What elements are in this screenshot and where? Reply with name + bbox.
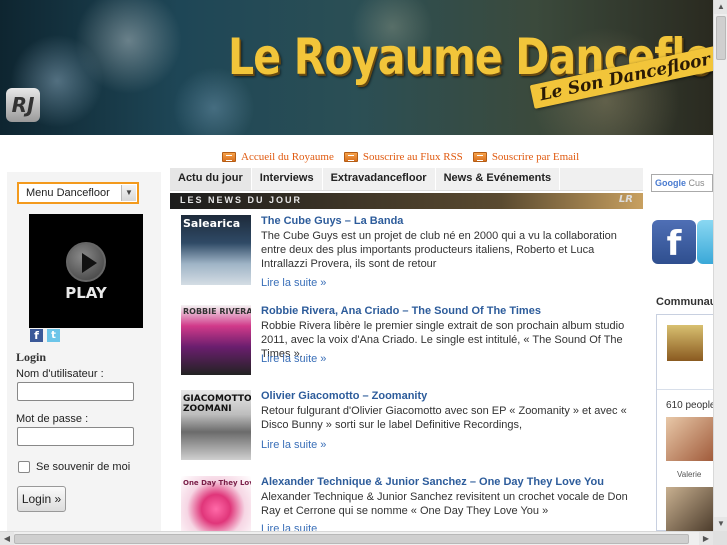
link-email[interactable]: Souscrire par Email — [472, 150, 579, 164]
username-label: Nom d'utilisateur : — [16, 368, 104, 380]
horizontal-scrollbar[interactable]: ◀ ▶ — [0, 531, 713, 545]
password-input[interactable] — [17, 427, 134, 446]
login-title: Login — [16, 350, 47, 364]
article-title[interactable]: Robbie Rivera, Ana Criado – The Sound Of… — [261, 305, 541, 317]
scrollbar-corner — [713, 531, 727, 545]
google-brand: Google — [655, 178, 686, 188]
divider — [657, 389, 714, 390]
thumbnail-text: One Day They Love You — [183, 479, 251, 487]
read-more-link[interactable]: Lire la suite » — [261, 439, 326, 451]
article-excerpt: Alexander Technique & Junior Sanchez rev… — [261, 491, 628, 517]
menu-dropdown[interactable]: Menu Dancefloor ▼ — [17, 182, 139, 204]
thumbnail-text: GIACOMOTTO ZOOMANI — [183, 394, 251, 414]
tab-news-evenements[interactable]: News & Evénements — [436, 168, 561, 190]
play-label: PLAY — [65, 284, 107, 302]
site-banner: RJ Le Royaume Dancefloor Le Son Danceflo… — [0, 0, 713, 135]
page: RJ Le Royaume Dancefloor Le Son Danceflo… — [0, 0, 727, 545]
menu-dropdown-value: Menu Dancefloor — [26, 187, 110, 199]
member-name[interactable]: Valerie — [677, 470, 701, 479]
article-title[interactable]: The Cube Guys – La Banda — [261, 215, 403, 227]
google-search-input[interactable]: Google Cus — [651, 174, 713, 192]
link-label[interactable]: Souscrire par Email — [492, 151, 579, 163]
scroll-down-icon[interactable]: ▼ — [714, 517, 727, 531]
scroll-right-icon[interactable]: ▶ — [699, 532, 713, 545]
thumbnail-text: Salearica — [183, 217, 241, 230]
news-header-logo: LR — [618, 194, 633, 205]
scroll-left-icon[interactable]: ◀ — [0, 532, 14, 545]
news-header-title: LES NEWS DU JOUR — [180, 195, 303, 205]
article-title[interactable]: Alexander Technique & Junior Sanchez – O… — [261, 476, 604, 488]
scrollbar-thumb[interactable] — [716, 16, 726, 60]
article: ROBBIE RIVERA Robbie Rivera, Ana Criado … — [181, 305, 641, 385]
link-label[interactable]: Souscrire au Flux RSS — [363, 151, 463, 163]
rss-icon — [472, 152, 487, 162]
article-thumbnail[interactable]: One Day They Love You — [181, 476, 251, 531]
rss-icon — [222, 152, 236, 162]
link-label[interactable]: Accueil du Royaume — [241, 151, 334, 163]
article-title[interactable]: Olivier Giacomotto – Zoomanity — [261, 390, 427, 402]
main-nav: Actu du jour Interviews Extravadancefloo… — [170, 168, 643, 191]
article-excerpt: The Cube Guys est un projet de club né e… — [261, 230, 617, 270]
search-placeholder: Cus — [688, 178, 705, 188]
facebook-icon[interactable]: f — [652, 220, 696, 264]
thumbnail-text: ROBBIE RIVERA — [183, 307, 251, 316]
read-more-link[interactable]: Lire la suite » — [261, 277, 326, 289]
read-more-link[interactable]: Lire la suite » — [261, 353, 326, 365]
login-button[interactable]: Login » — [17, 486, 66, 512]
tab-actu-du-jour[interactable]: Actu du jour — [170, 168, 252, 190]
article-thumbnail[interactable]: Salearica — [181, 215, 251, 285]
tab-extravadancefloor[interactable]: Extravadancefloor — [323, 168, 436, 190]
left-sidebar: Menu Dancefloor ▼ PLAY f t Login Nom d'u… — [7, 172, 161, 531]
site-logo[interactable]: RJ — [6, 88, 40, 122]
scrollbar-thumb[interactable] — [14, 534, 689, 544]
password-label: Mot de passe : — [16, 413, 89, 425]
member-avatar[interactable] — [666, 417, 714, 461]
news-header: LES NEWS DU JOUR LR — [170, 193, 643, 209]
article: Salearica The Cube Guys – La Banda The C… — [181, 215, 641, 295]
scroll-up-icon[interactable]: ▲ — [714, 0, 727, 14]
facebook-icon[interactable]: f — [30, 329, 43, 342]
facebook-like-box: 610 people Valerie — [656, 314, 716, 532]
rss-icon — [343, 152, 358, 162]
link-accueil[interactable]: Accueil du Royaume — [222, 150, 334, 164]
chevron-down-icon[interactable]: ▼ — [121, 185, 136, 201]
remember-checkbox[interactable] — [18, 461, 30, 473]
community-title: Communau — [656, 296, 717, 308]
article-thumbnail[interactable]: GIACOMOTTO ZOOMANI — [181, 390, 251, 460]
vertical-scrollbar[interactable]: ▲ ▼ — [713, 0, 727, 531]
username-input[interactable] — [17, 382, 134, 401]
article: GIACOMOTTO ZOOMANI Olivier Giacomotto – … — [181, 390, 641, 470]
twitter-icon[interactable]: t — [47, 329, 60, 342]
member-avatar[interactable] — [666, 487, 714, 532]
article: One Day They Love You Alexander Techniqu… — [181, 476, 641, 536]
people-count: 610 people — [666, 400, 716, 411]
tab-interviews[interactable]: Interviews — [252, 168, 323, 190]
top-links: Accueil du Royaume Souscrire au Flux RSS… — [222, 150, 579, 164]
play-icon[interactable] — [66, 242, 106, 282]
page-logo[interactable] — [667, 325, 703, 361]
link-rss[interactable]: Souscrire au Flux RSS — [343, 150, 463, 164]
article-excerpt: Retour fulgurant d'Olivier Giacomotto av… — [261, 405, 627, 431]
audio-player[interactable]: PLAY — [29, 214, 143, 328]
remember-label: Se souvenir de moi — [36, 461, 131, 473]
social-mini-links: f t — [30, 329, 60, 342]
article-thumbnail[interactable]: ROBBIE RIVERA — [181, 305, 251, 375]
